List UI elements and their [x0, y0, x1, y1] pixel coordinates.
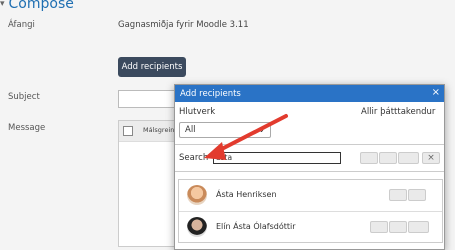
- search-prev-button[interactable]: [360, 152, 378, 164]
- paragraph-format-dropdown[interactable]: Málsgrein: [143, 126, 174, 134]
- result-name: Ásta Henriksen: [216, 190, 277, 199]
- role-select-value: All: [185, 125, 196, 135]
- add-recipients-dialog: Add recipients × Hlutverk Allir þátttake…: [174, 84, 445, 250]
- message-label: Message: [8, 123, 46, 133]
- avatar: [187, 217, 207, 237]
- close-icon[interactable]: ×: [432, 87, 440, 98]
- course-value: Gagnasmiðja fyrir Moodle 3.11: [118, 20, 249, 30]
- section-header[interactable]: ▾ Compose: [0, 0, 74, 14]
- add-recipients-button[interactable]: Add recipients: [118, 57, 186, 77]
- row-action-button[interactable]: [370, 221, 388, 233]
- dialog-header: Add recipients ×: [175, 85, 444, 102]
- divider: [175, 144, 444, 145]
- editor-toolbar: Málsgrein: [119, 121, 177, 142]
- subject-label: Subject: [8, 92, 40, 102]
- result-name: Elín Ásta Ólafsdóttir: [216, 222, 296, 231]
- search-label: Search: [179, 153, 209, 163]
- toolbar-toggle-icon[interactable]: [123, 126, 133, 136]
- clear-search-icon[interactable]: ×: [422, 152, 440, 164]
- row-action-button[interactable]: [389, 189, 407, 201]
- participants-label: Allir þátttakendur: [361, 107, 436, 117]
- result-row[interactable]: Ásta Henriksen: [179, 180, 442, 211]
- dialog-title: Add recipients: [180, 88, 241, 99]
- search-input[interactable]: ásta: [213, 152, 341, 164]
- result-row[interactable]: Elín Ásta Ólafsdóttir: [179, 211, 442, 243]
- role-select[interactable]: All ⌄: [179, 122, 271, 138]
- chevron-down-icon: ⌄: [257, 125, 265, 135]
- row-action-button[interactable]: [408, 221, 429, 233]
- search-next-button[interactable]: [379, 152, 397, 164]
- row-action-button[interactable]: [389, 221, 407, 233]
- avatar: [187, 185, 207, 205]
- role-label: Hlutverk: [179, 107, 216, 117]
- row-action-button[interactable]: [408, 189, 426, 201]
- course-label: Áfangi: [8, 20, 35, 30]
- search-add-button[interactable]: [398, 152, 419, 164]
- divider: [175, 171, 444, 172]
- subject-input[interactable]: [118, 90, 180, 108]
- search-results-list: Ásta Henriksen Elín Ásta Ólafsdóttir: [178, 179, 443, 243]
- section-title: Compose: [8, 0, 74, 12]
- message-editor[interactable]: Málsgrein: [118, 120, 178, 247]
- chevron-down-icon: ▾: [0, 0, 5, 9]
